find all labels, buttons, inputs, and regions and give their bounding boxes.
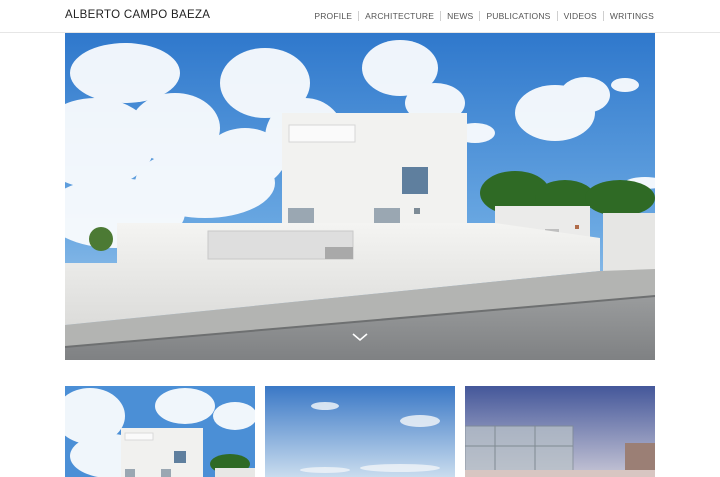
site-header: ALBERTO CAMPO BAEZA PROFILE ARCHITECTURE…	[0, 0, 720, 33]
nav-item-architecture[interactable]: ARCHITECTURE	[359, 11, 440, 21]
chevron-down-icon[interactable]	[352, 332, 368, 342]
nav-item-videos[interactable]: VIDEOS	[558, 11, 603, 21]
nav-item-publications[interactable]: PUBLICATIONS	[480, 11, 556, 21]
project-thumbnail[interactable]	[65, 386, 255, 477]
hero-photo[interactable]	[65, 33, 655, 360]
thumbnail-image	[265, 386, 455, 477]
project-thumbnail[interactable]	[465, 386, 655, 477]
thumbnail-image	[65, 386, 255, 477]
house-photo	[65, 33, 655, 360]
main-nav: PROFILE ARCHITECTURE NEWS PUBLICATIONS V…	[308, 11, 654, 21]
nav-item-profile[interactable]: PROFILE	[308, 11, 358, 21]
thumbnail-image	[465, 386, 655, 477]
site-title[interactable]: ALBERTO CAMPO BAEZA	[65, 9, 210, 21]
nav-item-writings[interactable]: WRITINGS	[604, 11, 654, 21]
nav-item-news[interactable]: NEWS	[441, 11, 479, 21]
project-thumbnail[interactable]	[265, 386, 455, 477]
